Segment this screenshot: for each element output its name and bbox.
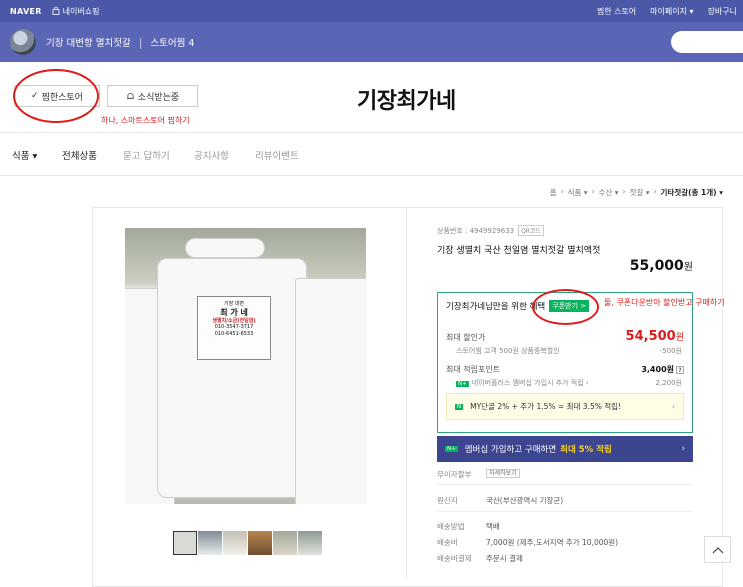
nav-review-event[interactable]: 리뷰이벤트 xyxy=(255,148,299,162)
thumbnail-list xyxy=(173,531,322,555)
breadcrumb-home[interactable]: 홈 xyxy=(550,187,557,198)
product-price: 55,000원 xyxy=(629,258,693,274)
cart-link[interactable]: 장바구니 xyxy=(708,6,737,17)
store-jjim-discount: 스토어찜 고객 500원 상품중복할인 xyxy=(456,347,560,355)
shipping-payment-label: 배송비결제 xyxy=(437,554,472,563)
breadcrumb-food[interactable]: 식품 ▾ xyxy=(568,187,588,198)
annotation-circle xyxy=(532,289,599,325)
max-discount-label: 최대 할인가 xyxy=(446,333,486,342)
nplus-extra-point-value: 2,200원 xyxy=(655,379,682,387)
shipping-method-label: 배송방법 xyxy=(437,522,465,531)
origin-label: 원산지 xyxy=(437,496,458,505)
store-nav: 식품 ▾ 전체상품 묻고 답하기 공지사항 리뷰이벤트 xyxy=(0,132,743,176)
nplus-badge-icon: N+ xyxy=(456,381,469,387)
divider xyxy=(437,484,693,485)
thumbnail[interactable] xyxy=(248,531,272,555)
breadcrumb-current[interactable]: 기타젓갈(총 1개) ▾ xyxy=(661,187,723,198)
breadcrumb-seafood[interactable]: 수산 ▾ xyxy=(599,187,619,198)
store-brand-title: 기장최가네 xyxy=(357,89,456,114)
interest-free-detail-button[interactable]: 자세히보기 xyxy=(486,468,520,478)
nav-all-products[interactable]: 전체상품 xyxy=(62,148,97,162)
store-header: 기장 대변항 멸치젓갈 | 스토어찜 4 xyxy=(0,22,743,62)
thumbnail[interactable] xyxy=(298,531,322,555)
search-input[interactable] xyxy=(671,31,743,53)
annotation-text-one: 하나, 스마트스토어 찜하기 xyxy=(101,116,190,125)
naver-shopping-link[interactable]: 네이버쇼핑 xyxy=(52,6,100,17)
origin-value: 국산(부산광역시 기장군) xyxy=(486,496,564,505)
nav-category[interactable]: 식품 ▾ xyxy=(12,148,37,162)
my-dangol-banner[interactable]: N MY단골 2% + 추가 1.5% = 최대 3.5% 적립! › xyxy=(446,393,684,420)
store-jjim-discount-value: -500원 xyxy=(659,347,682,355)
nav-qna[interactable]: 묻고 답하기 xyxy=(123,148,170,162)
max-point-label: 최대 적립포인트 xyxy=(446,365,501,374)
help-icon[interactable]: ? xyxy=(676,366,684,374)
jjim-store-link[interactable]: 찜한 스토어 xyxy=(597,6,636,17)
annotation-text-two: 둘, 쿠폰다운받아 할인받고 구매하기 xyxy=(604,298,725,307)
global-header: NAVER 네이버쇼핑 찜한 스토어 마이페이지 ▾ 장바구니 xyxy=(0,0,743,22)
store-avatar[interactable] xyxy=(10,29,36,55)
product-main-image[interactable]: 기장 대변 최 가 네 생멸치/소금(천일염) 010-3547-3717 01… xyxy=(125,228,366,504)
max-point-value: 3,400원? xyxy=(641,364,684,375)
bucket-label: 기장 대변 최 가 네 생멸치/소금(천일염) 010-3547-3717 01… xyxy=(197,296,271,360)
n-badge-icon: N xyxy=(455,403,464,410)
shipping-payment-value: 주문시 결제 xyxy=(486,554,523,563)
thumbnail[interactable] xyxy=(173,531,197,555)
shipping-fee-label: 배송비 xyxy=(437,538,458,547)
membership-banner[interactable]: N+ 멤버십 가입하고 구매하면 최대 5% 적립 › xyxy=(437,436,693,462)
news-label: 소식받는중 xyxy=(137,92,180,103)
breadcrumb-jeotgal[interactable]: 젓갈 ▾ xyxy=(630,187,650,198)
chevron-right-icon: › xyxy=(681,444,685,454)
breadcrumb: 홈 › 식품 ▾ › 수산 ▾ › 젓갈 ▾ › 기타젓갈(총 1개) ▾ xyxy=(549,187,723,198)
nav-notice[interactable]: 공지사항 xyxy=(194,148,229,162)
shipping-fee-value: 7,000원 (제주,도서지역 추가 10,000원) xyxy=(486,538,619,547)
divider xyxy=(437,511,693,512)
nplus-badge-icon: N+ xyxy=(445,446,458,452)
divider: | xyxy=(138,35,143,49)
header-links: 찜한 스토어 마이페이지 ▾ 장바구니 xyxy=(597,6,737,17)
thumbnail[interactable] xyxy=(223,531,247,555)
chevron-right-icon: › xyxy=(672,402,675,411)
thumbnail[interactable] xyxy=(273,531,297,555)
chevron-up-icon xyxy=(712,546,723,553)
shipping-method-value: 택배 xyxy=(486,522,500,531)
product-number: 상품번호 : 4949929633 QR코드 xyxy=(437,225,697,236)
naver-shopping-label: 네이버쇼핑 xyxy=(62,6,100,16)
interest-free-label: 무이자할부 xyxy=(437,470,472,479)
product-meta: 상품번호 : 4949929633 QR코드 xyxy=(437,225,697,236)
scroll-top-button[interactable] xyxy=(704,536,731,563)
mypage-link[interactable]: 마이페이지 ▾ xyxy=(650,6,693,17)
annotation-circle xyxy=(13,69,99,123)
subscribe-news-button[interactable]: 소식받는중 xyxy=(107,85,198,107)
product-name: 기장 생멸치 국산 천일염 멸치젓갈 멸치액젓 xyxy=(437,246,601,256)
thumbnail[interactable] xyxy=(198,531,222,555)
store-name[interactable]: 기장 대변항 멸치젓갈 xyxy=(46,35,131,49)
naver-logo[interactable]: NAVER xyxy=(10,7,42,16)
max-discount-price: 54,500원 xyxy=(625,329,684,344)
nplus-extra-point[interactable]: N+ 네이버플러스 멤버십 가입시 추가 적립 › xyxy=(456,378,589,388)
shopping-bag-icon xyxy=(52,7,60,15)
qr-code-button[interactable]: QR코드 xyxy=(518,225,545,236)
store-jjim-count: 스토어찜 4 xyxy=(150,38,195,49)
bell-icon xyxy=(126,92,134,99)
